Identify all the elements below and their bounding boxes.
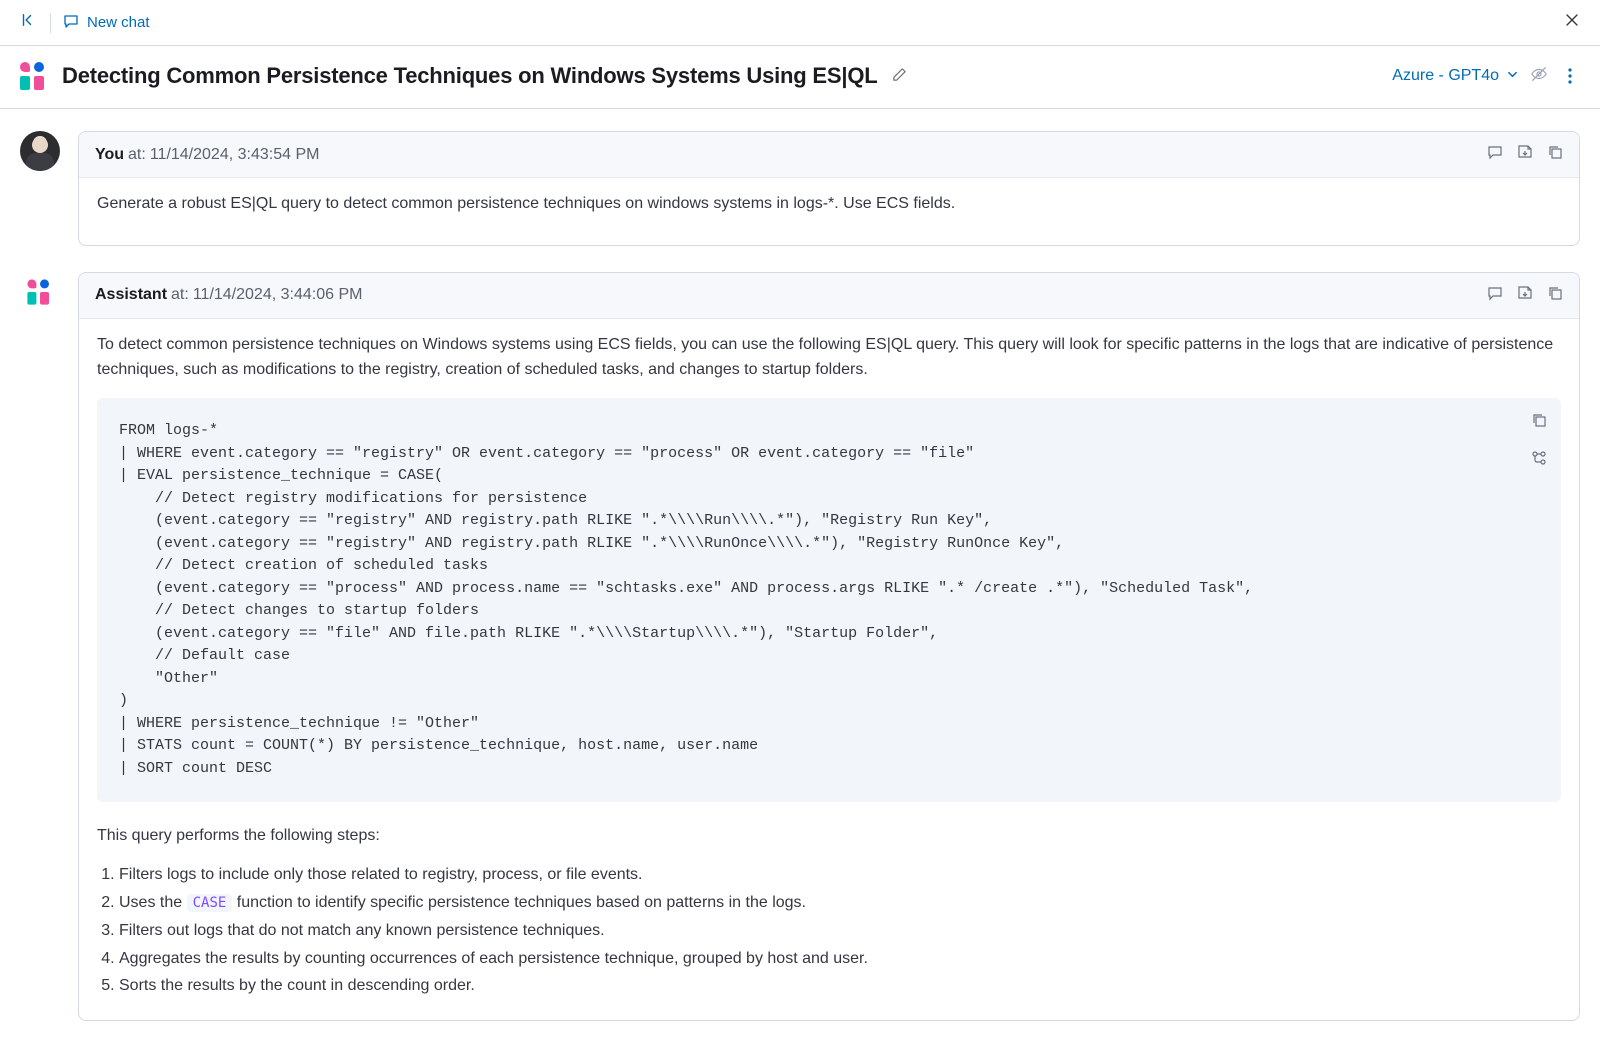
code-block: FROM logs-* | WHERE event.category == "r… (97, 398, 1561, 802)
collapse-panel-icon[interactable] (16, 11, 38, 34)
assistant-intro-text: To detect common persistence techniques … (97, 333, 1561, 383)
step-item: Uses the CASE function to identify speci… (119, 891, 1561, 916)
new-chat-label: New chat (87, 14, 150, 31)
sender-role: Assistant (95, 286, 167, 304)
message-actions (1487, 144, 1563, 165)
edit-title-icon[interactable] (892, 67, 907, 86)
user-message-card: You at: 11/14/2024, 3:43:54 PM Generate … (78, 131, 1580, 246)
copy-icon[interactable] (1547, 144, 1563, 165)
more-actions-icon[interactable] (1560, 68, 1580, 84)
inline-code: CASE (187, 894, 233, 912)
message-header: Assistant at: 11/14/2024, 3:44:06 PM (79, 273, 1579, 319)
page-title: Detecting Common Persistence Techniques … (62, 63, 878, 89)
message-header: You at: 11/14/2024, 3:43:54 PM (79, 132, 1579, 178)
user-avatar (20, 131, 60, 171)
chat-icon (63, 13, 79, 32)
reply-icon[interactable] (1487, 144, 1503, 165)
message-body: Generate a robust ES|QL query to detect … (79, 178, 1579, 245)
timestamp: 11/14/2024, 3:44:06 PM (193, 286, 363, 304)
close-icon[interactable] (1560, 8, 1584, 37)
model-selector[interactable]: Azure - GPT4o (1392, 67, 1518, 85)
step-item: Sorts the results by the count in descen… (119, 974, 1561, 999)
assistant-message-card: Assistant at: 11/14/2024, 3:44:06 PM To … (78, 272, 1580, 1021)
top-bar: New chat (0, 0, 1600, 46)
at-label: at: (128, 146, 146, 164)
code-text: FROM logs-* | WHERE event.category == "r… (119, 422, 1253, 777)
user-message-text: Generate a robust ES|QL query to detect … (97, 192, 1561, 217)
steps-list: Filters logs to include only those relat… (97, 863, 1561, 999)
app-logo (20, 62, 48, 90)
message-body: To detect common persistence techniques … (79, 319, 1579, 1020)
visibility-icon[interactable] (1530, 65, 1548, 88)
new-chat-button[interactable]: New chat (63, 13, 150, 32)
sender-role: You (95, 146, 124, 164)
code-actions (1531, 412, 1547, 474)
model-name: Azure - GPT4o (1392, 67, 1499, 85)
at-label: at: (171, 286, 189, 304)
assistant-avatar (20, 272, 60, 312)
steps-intro: This query performs the following steps: (97, 824, 1561, 849)
step-item: Filters out logs that do not match any k… (119, 919, 1561, 944)
user-message-row: You at: 11/14/2024, 3:43:54 PM Generate … (20, 131, 1580, 246)
chevron-down-icon (1507, 69, 1518, 83)
timestamp: 11/14/2024, 3:43:54 PM (150, 146, 320, 164)
message-actions (1487, 285, 1563, 306)
copy-code-icon[interactable] (1531, 412, 1547, 436)
chat-area: You at: 11/14/2024, 3:43:54 PM Generate … (0, 109, 1600, 1021)
assistant-message-row: Assistant at: 11/14/2024, 3:44:06 PM To … (20, 272, 1580, 1021)
step-item: Aggregates the results by counting occur… (119, 947, 1561, 972)
archive-icon[interactable] (1517, 144, 1533, 165)
step-item: Filters logs to include only those relat… (119, 863, 1561, 888)
divider (50, 13, 51, 33)
archive-icon[interactable] (1517, 285, 1533, 306)
view-flow-icon[interactable] (1531, 450, 1547, 474)
reply-icon[interactable] (1487, 285, 1503, 306)
copy-icon[interactable] (1547, 285, 1563, 306)
title-row: Detecting Common Persistence Techniques … (0, 46, 1600, 109)
